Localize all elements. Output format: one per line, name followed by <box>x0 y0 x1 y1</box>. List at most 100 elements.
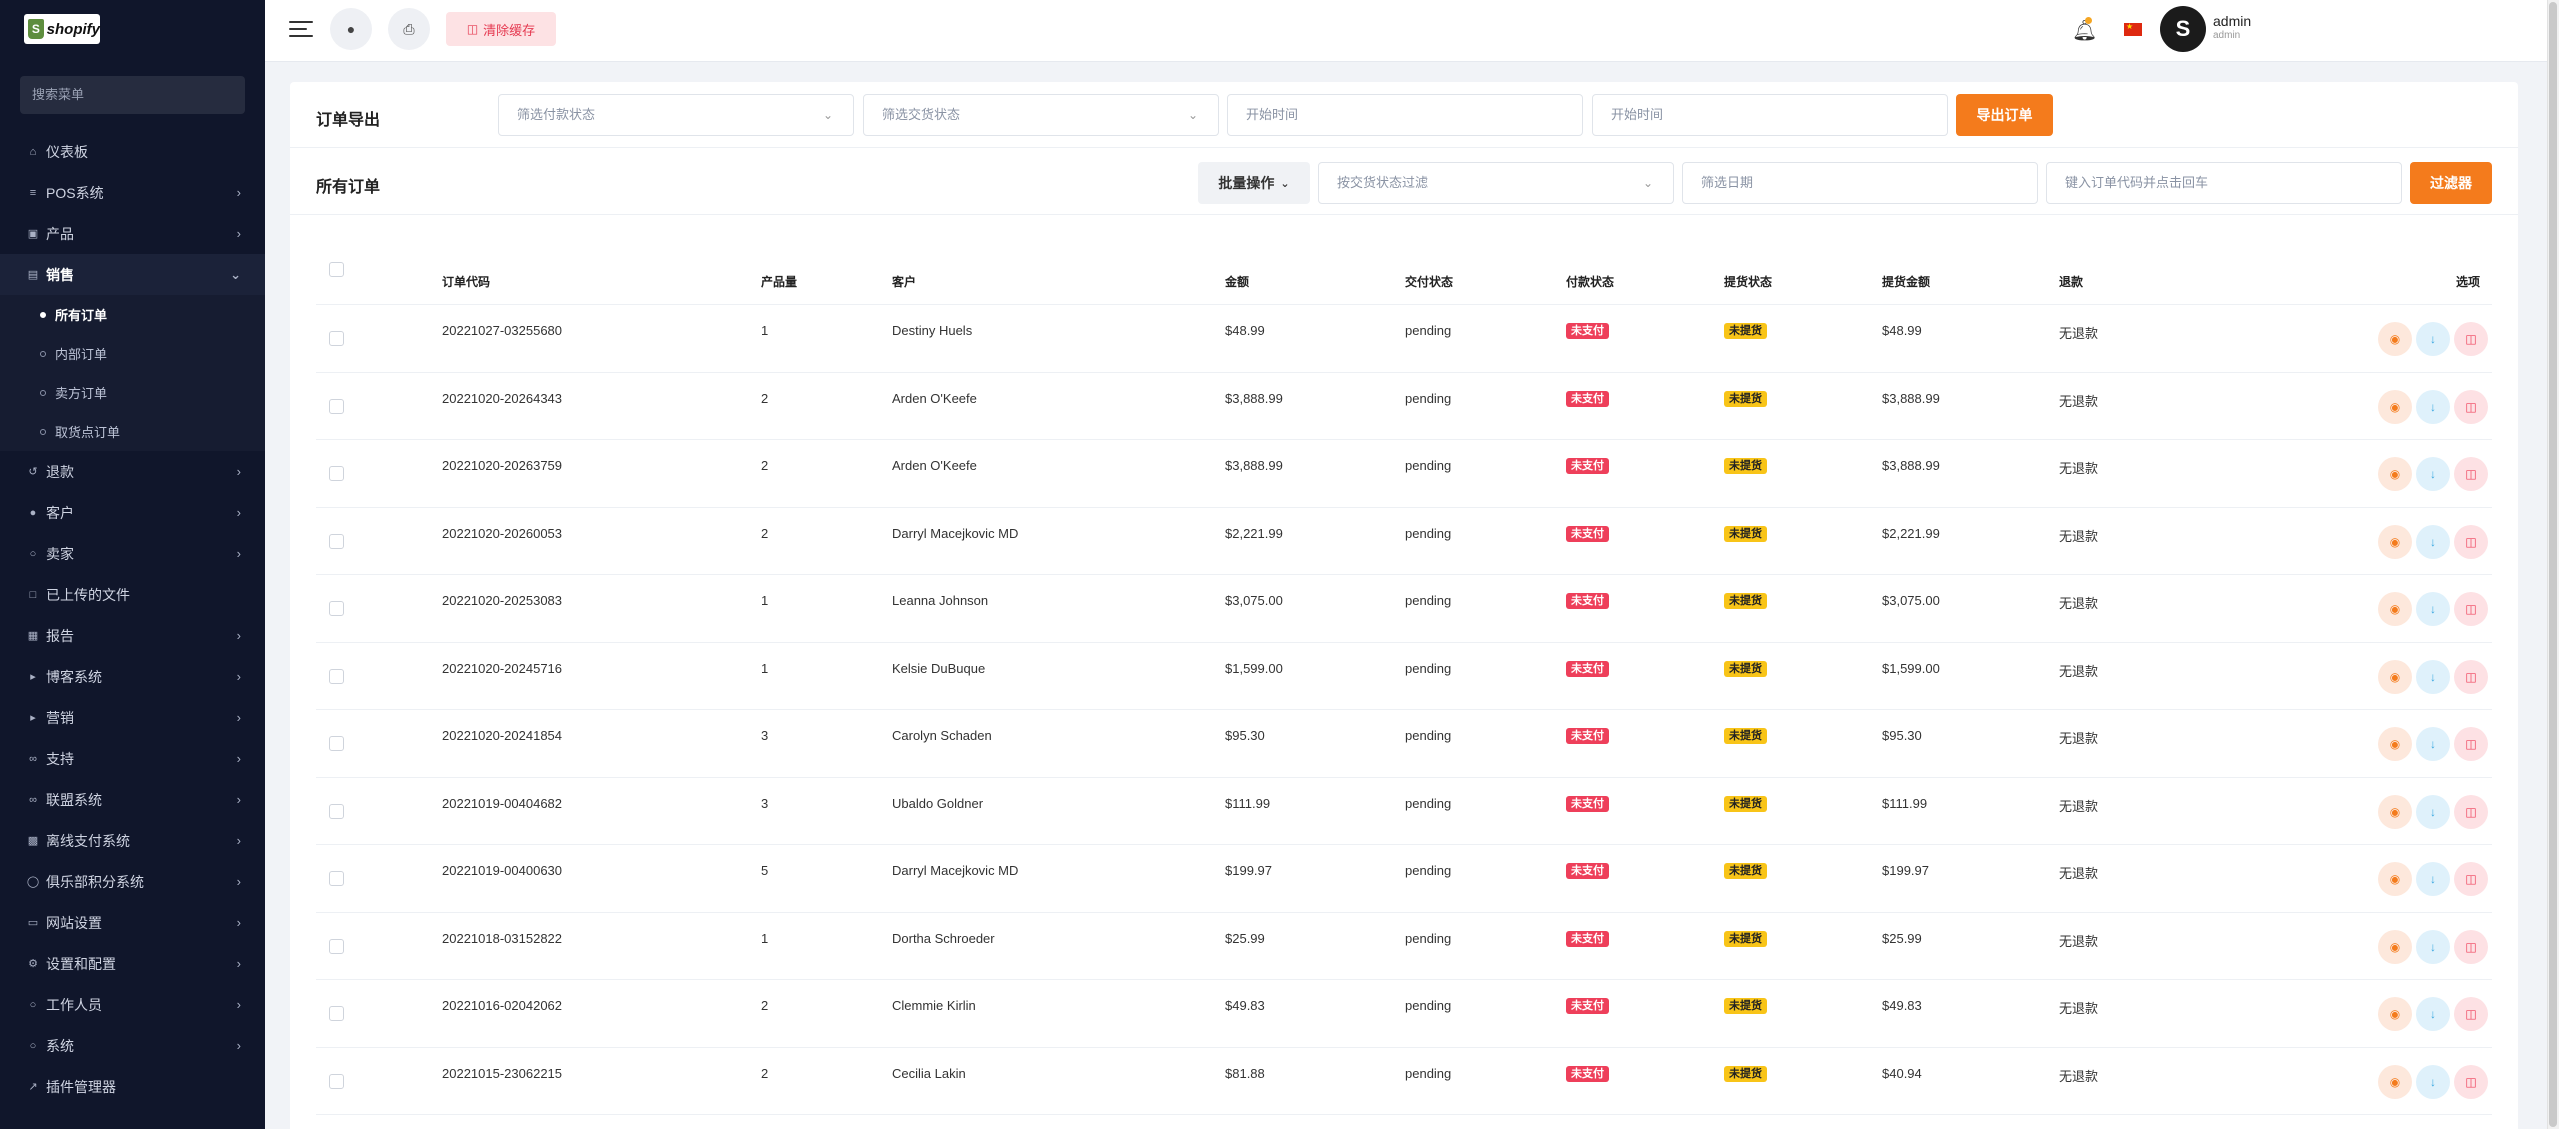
sidebar-item-10[interactable]: ▸ 营销 › <box>0 697 265 738</box>
start-time-input[interactable]: 开始时间 <box>1227 94 1583 136</box>
download-invoice-button[interactable]: ↓ <box>2416 389 2450 424</box>
download-invoice-button[interactable]: ↓ <box>2416 794 2450 829</box>
download-invoice-button[interactable]: ↓ <box>2416 862 2450 896</box>
sidebar-subitem-3[interactable]: 取货点订单 <box>0 412 265 451</box>
sidebar-item-19[interactable]: ↗ 插件管理器 <box>0 1066 265 1107</box>
sidebar-subitem-2[interactable]: 卖方订单 <box>0 373 265 412</box>
column-header: 产品量 <box>761 275 798 289</box>
avatar[interactable]: S <box>2160 6 2206 52</box>
row-checkbox[interactable] <box>329 1073 344 1089</box>
trash-icon: ◫ <box>2465 534 2477 549</box>
export-orders-button[interactable]: 导出订单 <box>1956 94 2053 136</box>
row-checkbox[interactable] <box>329 331 344 346</box>
view-order-button[interactable]: ◉ <box>2378 457 2412 491</box>
view-order-button[interactable]: ◉ <box>2378 389 2412 424</box>
globe-button[interactable]: ● <box>330 8 372 50</box>
cell-pickup-amount: $111.99 <box>1882 795 1928 811</box>
delete-order-button[interactable]: ◫ <box>2454 929 2488 964</box>
print-button[interactable]: ⎙ <box>388 8 430 50</box>
sidebar-item-15[interactable]: ▭ 网站设置 › <box>0 902 265 943</box>
view-order-button[interactable]: ◉ <box>2378 1064 2412 1099</box>
sidebar-item-16[interactable]: ⚙ 设置和配置 › <box>0 943 265 984</box>
sidebar-item-6[interactable]: ○ 卖家 › <box>0 533 265 574</box>
row-checkbox[interactable] <box>329 668 344 684</box>
row-checkbox[interactable] <box>329 533 344 549</box>
sidebar-item-14[interactable]: ◯ 俱乐部积分系统 › <box>0 861 265 902</box>
order-code-search-input[interactable]: 键入订单代码并点击回车 <box>2046 162 2402 204</box>
view-order-button[interactable]: ◉ <box>2378 659 2412 694</box>
view-order-button[interactable]: ◉ <box>2378 862 2412 896</box>
download-invoice-button[interactable]: ↓ <box>2416 524 2450 559</box>
end-time-input[interactable]: 开始时间 <box>1592 94 1948 136</box>
delete-order-button[interactable]: ◫ <box>2454 1064 2488 1099</box>
row-checkbox[interactable] <box>329 736 344 751</box>
sidebar-item-0[interactable]: ⌂ 仪表板 <box>0 131 265 172</box>
view-order-button[interactable]: ◉ <box>2378 997 2412 1031</box>
sidebar-item-12[interactable]: ∞ 联盟系统 › <box>0 779 265 820</box>
sidebar-item-9[interactable]: ▸ 博客系统 › <box>0 656 265 697</box>
chart-icon: ▤ <box>27 269 39 281</box>
sidebar-subitem-0[interactable]: 所有订单 <box>0 295 265 334</box>
delivery-status-select[interactable]: 筛选交货状态 ⌄ <box>863 94 1219 136</box>
row-checkbox[interactable] <box>329 1006 344 1021</box>
row-checkbox[interactable] <box>329 871 344 886</box>
delete-order-button[interactable]: ◫ <box>2454 389 2488 424</box>
sidebar-item-1[interactable]: ≡ POS系统 › <box>0 172 265 213</box>
download-invoice-button[interactable]: ↓ <box>2416 322 2450 356</box>
menu-toggle-icon[interactable] <box>289 19 313 39</box>
sidebar-item-3[interactable]: ▤ 销售 ⌄ <box>0 254 265 295</box>
view-order-button[interactable]: ◉ <box>2378 929 2412 964</box>
date-filter-input[interactable]: 筛选日期 <box>1682 162 2038 204</box>
view-order-button[interactable]: ◉ <box>2378 322 2412 356</box>
download-invoice-button[interactable]: ↓ <box>2416 592 2450 626</box>
sidebar-subitem-1[interactable]: 内部订单 <box>0 334 265 373</box>
sidebar-item-5[interactable]: ● 客户 › <box>0 492 265 533</box>
select-all-checkbox[interactable] <box>329 262 344 277</box>
download-invoice-button[interactable]: ↓ <box>2416 1064 2450 1099</box>
shopify-logo[interactable]: S shopify <box>24 14 100 44</box>
delivery-filter-select[interactable]: 按交货状态过滤 ⌄ <box>1318 162 1674 204</box>
row-checkbox[interactable] <box>329 938 344 954</box>
payment-status-select[interactable]: 筛选付款状态 ⌄ <box>498 94 854 136</box>
sidebar-item-17[interactable]: ○ 工作人员 › <box>0 984 265 1025</box>
delete-order-button[interactable]: ◫ <box>2454 592 2488 626</box>
cell-customer: Cecilia Lakin <box>892 1065 966 1081</box>
filter-button[interactable]: 过滤器 <box>2410 162 2492 204</box>
delete-order-button[interactable]: ◫ <box>2454 524 2488 559</box>
delete-order-button[interactable]: ◫ <box>2454 794 2488 829</box>
download-invoice-button[interactable]: ↓ <box>2416 929 2450 964</box>
view-order-button[interactable]: ◉ <box>2378 794 2412 829</box>
delete-order-button[interactable]: ◫ <box>2454 727 2488 761</box>
bulk-action-button[interactable]: 批量操作 ⌄ <box>1198 162 1310 204</box>
user-name[interactable]: admin <box>2213 13 2251 29</box>
download-invoice-button[interactable]: ↓ <box>2416 727 2450 761</box>
sidebar-item-7[interactable]: □ 已上传的文件 <box>0 574 265 615</box>
scrollbar-thumb[interactable] <box>2549 2 2557 1127</box>
clear-cache-button[interactable]: ◫ 清除缓存 <box>446 12 556 46</box>
view-order-button[interactable]: ◉ <box>2378 592 2412 626</box>
gear-icon: ⚙ <box>28 958 38 970</box>
download-invoice-button[interactable]: ↓ <box>2416 997 2450 1031</box>
sidebar-search-input[interactable]: 搜索菜单 <box>20 76 245 114</box>
delete-order-button[interactable]: ◫ <box>2454 862 2488 896</box>
delete-order-button[interactable]: ◫ <box>2454 322 2488 356</box>
sidebar-item-2[interactable]: ▣ 产品 › <box>0 213 265 254</box>
sidebar-item-4[interactable]: ↺ 退款 › <box>0 451 265 492</box>
payment-status-badge: 未支付 <box>1566 930 1609 947</box>
delete-order-button[interactable]: ◫ <box>2454 659 2488 694</box>
cell-delivery: pending <box>1405 525 1452 541</box>
delete-order-button[interactable]: ◫ <box>2454 997 2488 1031</box>
delete-order-button[interactable]: ◫ <box>2454 457 2488 491</box>
view-order-button[interactable]: ◉ <box>2378 524 2412 559</box>
sidebar-item-8[interactable]: ▦ 报告 › <box>0 615 265 656</box>
row-checkbox[interactable] <box>329 398 344 414</box>
download-invoice-button[interactable]: ↓ <box>2416 659 2450 694</box>
sidebar-item-18[interactable]: ○ 系统 › <box>0 1025 265 1066</box>
row-checkbox[interactable] <box>329 466 344 481</box>
sidebar-item-13[interactable]: ▩ 离线支付系统 › <box>0 820 265 861</box>
view-order-button[interactable]: ◉ <box>2378 727 2412 761</box>
row-checkbox[interactable] <box>329 601 344 616</box>
row-checkbox[interactable] <box>329 803 344 819</box>
sidebar-item-11[interactable]: ∞ 支持 › <box>0 738 265 779</box>
download-invoice-button[interactable]: ↓ <box>2416 457 2450 491</box>
